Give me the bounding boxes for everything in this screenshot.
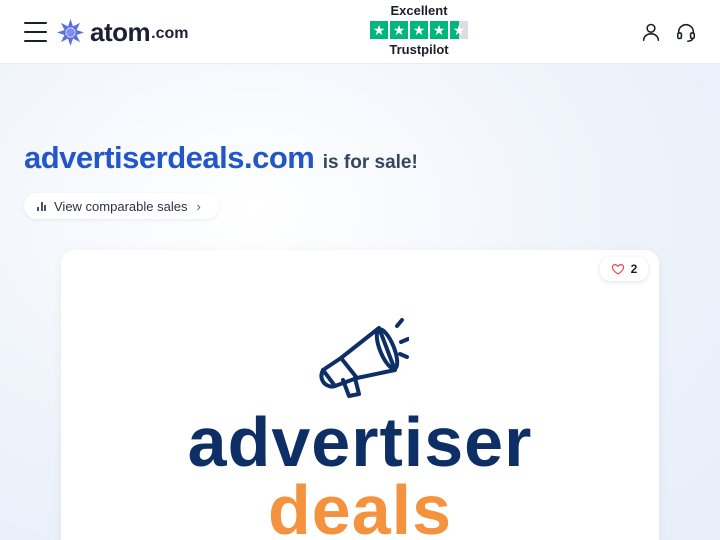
- top-navbar: atom .com Excellent ★ ★ ★ ★ ★ Trustpilot: [0, 0, 720, 64]
- for-sale-text: is for sale!: [322, 152, 418, 173]
- logo-text-deals: deals: [268, 471, 452, 540]
- like-count: 2: [630, 262, 638, 276]
- trustpilot-rating-label: Excellent: [390, 3, 448, 18]
- atom-logo[interactable]: atom .com: [56, 17, 188, 47]
- headset-icon[interactable]: [675, 21, 697, 43]
- heart-icon: [611, 264, 624, 275]
- logo-wordmark: atom: [90, 16, 151, 47]
- star-icon: ★: [410, 21, 428, 39]
- star-icon: ★: [430, 21, 448, 39]
- domain-logo-card: 2 advertiser deals: [61, 250, 659, 540]
- half-star-icon: ★: [450, 21, 468, 39]
- trustpilot-stars: ★ ★ ★ ★ ★: [369, 21, 469, 39]
- domain-name: advertiserdeals.com: [24, 140, 315, 175]
- like-button[interactable]: 2: [600, 257, 648, 281]
- atom-logo-icon: [56, 18, 85, 46]
- view-comparable-sales-button[interactable]: View comparable sales ›: [24, 193, 219, 219]
- page-title: advertiserdeals.com is for sale!: [24, 140, 418, 176]
- chevron-right-icon: ›: [196, 198, 201, 214]
- logo-tld: .com: [151, 25, 189, 42]
- star-icon: ★: [370, 21, 388, 39]
- trustpilot-brand: Trustpilot: [389, 42, 449, 57]
- trustpilot-badge[interactable]: Excellent ★ ★ ★ ★ ★ Trustpilot: [369, 3, 469, 58]
- user-icon[interactable]: [640, 21, 662, 43]
- megaphone-icon: [319, 318, 409, 398]
- view-comparable-sales-label: View comparable sales: [54, 198, 188, 214]
- star-icon: ★: [390, 21, 408, 39]
- menu-icon[interactable]: [24, 22, 48, 42]
- bar-chart-icon: [37, 201, 46, 211]
